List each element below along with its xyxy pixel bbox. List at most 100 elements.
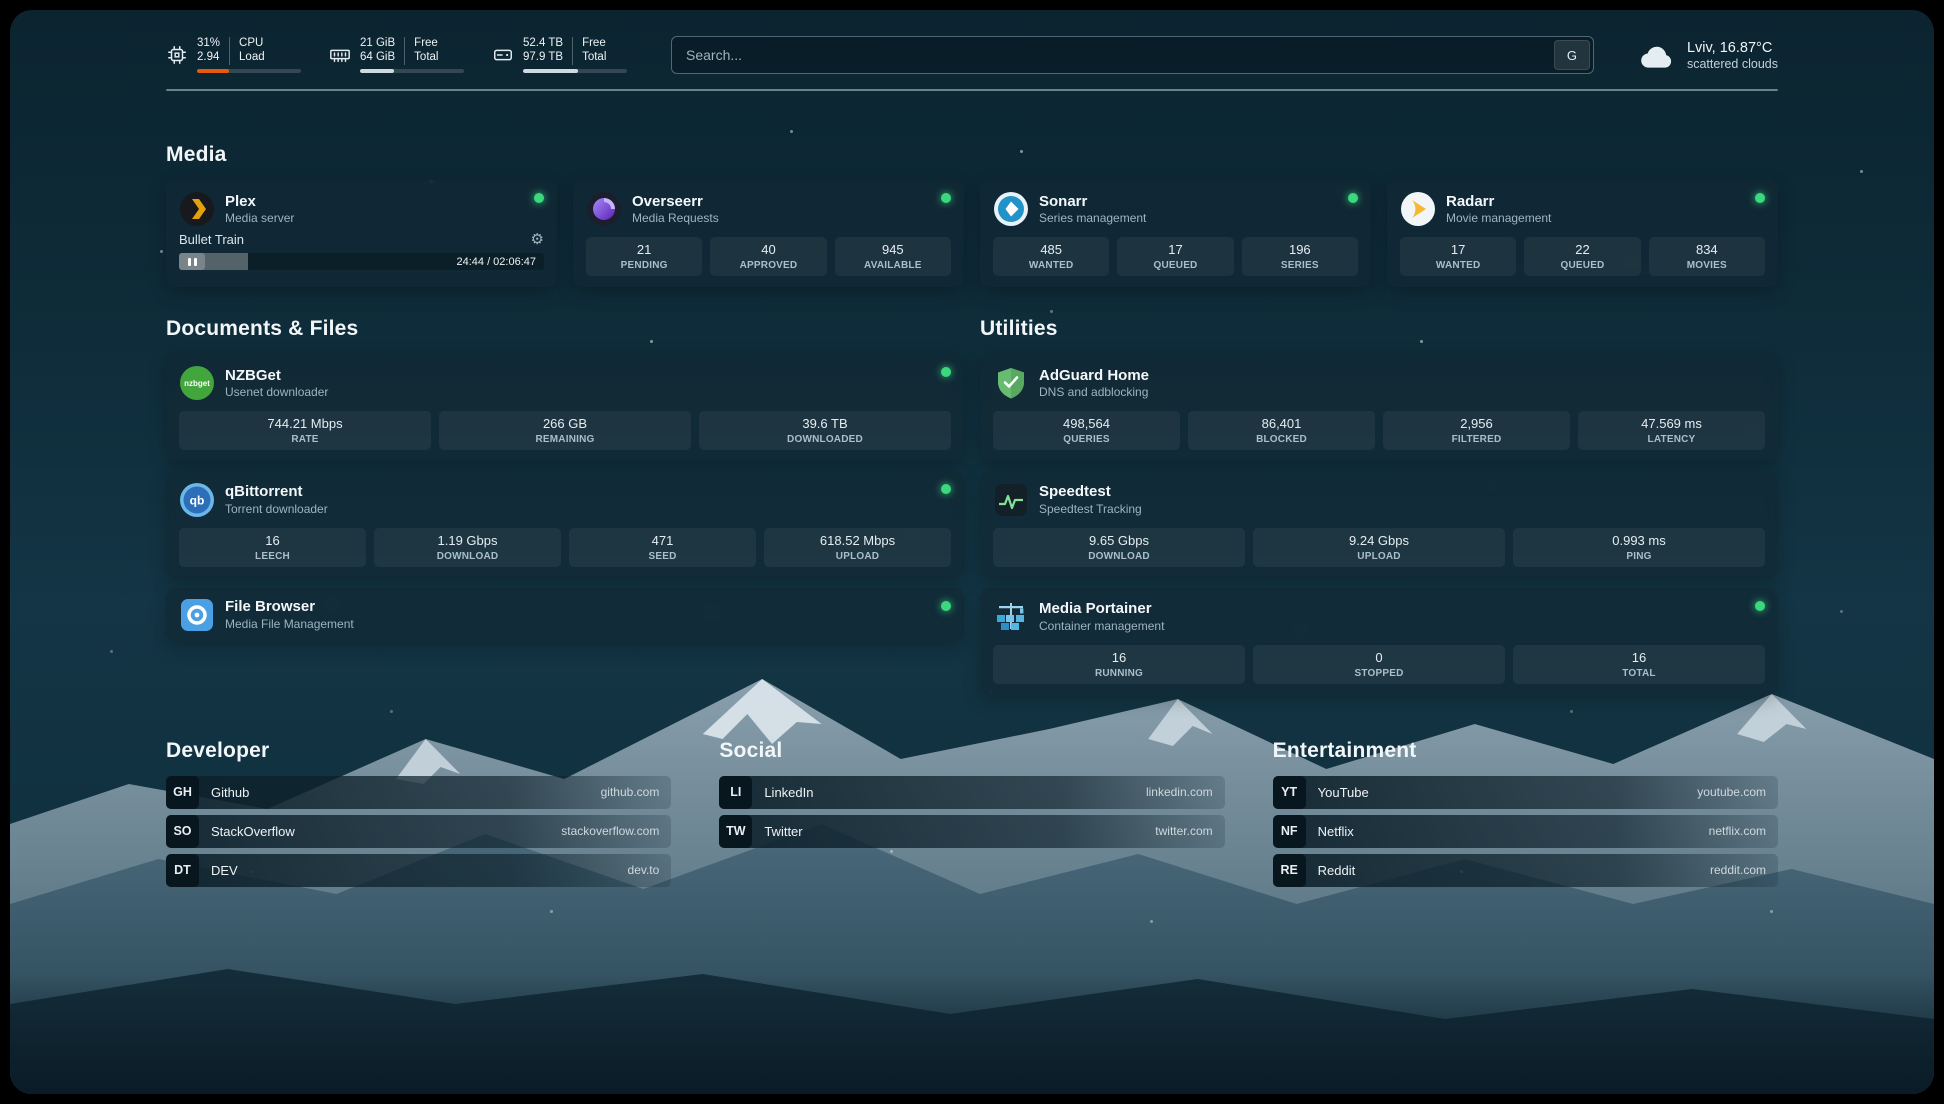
app-name: Sonarr <box>1039 193 1146 212</box>
disk-free-value: 52.4 TB <box>523 37 563 51</box>
cpu-label: CPU <box>239 37 265 51</box>
now-playing-title: Bullet Train <box>179 232 531 247</box>
app-name: File Browser <box>225 598 354 617</box>
cpu-load-label: Load <box>239 51 265 65</box>
app-name: Plex <box>225 193 294 212</box>
status-dot <box>1755 601 1765 611</box>
app-card-qbittorrent[interactable]: qb qBittorrent Torrent downloader 16 LEE… <box>166 471 964 578</box>
stat-box: 47.569 ms LATENCY <box>1578 411 1765 450</box>
section-title-entertainment: Entertainment <box>1273 739 1778 763</box>
stat-box: 9.65 Gbps DOWNLOAD <box>993 528 1245 567</box>
app-subtitle: Container management <box>1039 619 1164 633</box>
stat-box: 16 RUNNING <box>993 645 1245 684</box>
bookmark-netflix[interactable]: NF Netflix netflix.com <box>1273 815 1778 848</box>
weather-widget: Lviv, 16.87°C scattered clouds <box>1638 39 1778 71</box>
stat-box: 2,956 FILTERED <box>1383 411 1570 450</box>
stat-box: 17 QUEUED <box>1117 237 1233 276</box>
app-name: NZBGet <box>225 367 328 386</box>
bookmark-reddit[interactable]: RE Reddit reddit.com <box>1273 854 1778 887</box>
section-title-utilities: Utilities <box>980 317 1778 341</box>
status-dot <box>941 601 951 611</box>
radarr-icon <box>1400 191 1436 227</box>
app-name: Media Portainer <box>1039 600 1164 619</box>
reddit-icon: RE <box>1273 854 1306 887</box>
system-monitors: 31% 2.94 CPU Load <box>166 37 627 73</box>
app-subtitle: Torrent downloader <box>225 502 328 516</box>
pause-button[interactable] <box>179 253 205 270</box>
app-subtitle: Media server <box>225 211 294 225</box>
disk-free-label: Free <box>582 37 606 51</box>
bookmark-stackoverflow[interactable]: SO StackOverflow stackoverflow.com <box>166 815 671 848</box>
search-bar: G <box>671 36 1594 74</box>
app-name: AdGuard Home <box>1039 367 1149 386</box>
sonarr-icon <box>993 191 1029 227</box>
memory-total-value: 64 GiB <box>360 51 395 65</box>
stat-box: 1.19 Gbps DOWNLOAD <box>374 528 561 567</box>
section-entertainment: Entertainment YT YouTube youtube.com NF … <box>1273 739 1778 887</box>
nzbget-icon: nzbget <box>179 365 215 401</box>
cpu-percent: 31% <box>197 37 220 51</box>
app-subtitle: Media Requests <box>632 211 719 225</box>
svg-text:qb: qb <box>190 493 205 507</box>
stat-box: 9.24 Gbps UPLOAD <box>1253 528 1505 567</box>
app-card-overseerr[interactable]: Overseerr Media Requests 21 PENDING 40 A… <box>573 180 964 287</box>
bookmark-github[interactable]: GH Github github.com <box>166 776 671 809</box>
app-card-plex[interactable]: Plex Media server Bullet Train ⚙ 24:44 /… <box>166 180 557 287</box>
app-subtitle: Usenet downloader <box>225 385 328 399</box>
bookmark-youtube[interactable]: YT YouTube youtube.com <box>1273 776 1778 809</box>
netflix-icon: NF <box>1273 815 1306 848</box>
stat-box: 471 SEED <box>569 528 756 567</box>
app-card-portainer[interactable]: Media Portainer Container management 16 … <box>980 588 1778 695</box>
cpu-progress-bar <box>197 69 301 73</box>
status-dot <box>941 484 951 494</box>
linkedin-icon: LI <box>719 776 752 809</box>
weather-condition: scattered clouds <box>1687 57 1778 71</box>
memory-monitor: 21 GiB 64 GiB Free Total <box>329 37 464 73</box>
playback-time: 24:44 / 02:06:47 <box>456 256 536 268</box>
section-social: Social LI LinkedIn linkedin.com TW Twitt… <box>719 739 1224 887</box>
status-dot <box>534 193 544 203</box>
app-card-nzbget[interactable]: nzbget NZBGet Usenet downloader 744.21 M… <box>166 354 964 461</box>
search-engine-button[interactable]: G <box>1554 40 1590 70</box>
bookmark-twitter[interactable]: TW Twitter twitter.com <box>719 815 1224 848</box>
app-name: qBittorrent <box>225 483 328 502</box>
app-card-filebrowser[interactable]: File Browser Media File Management <box>166 588 964 642</box>
status-dot <box>941 367 951 377</box>
qbittorrent-icon: qb <box>179 482 215 518</box>
memory-free-label: Free <box>414 37 438 51</box>
search-input[interactable] <box>671 36 1594 74</box>
stat-box: 0 STOPPED <box>1253 645 1505 684</box>
app-subtitle: DNS and adblocking <box>1039 385 1149 399</box>
bookmark-linkedin[interactable]: LI LinkedIn linkedin.com <box>719 776 1224 809</box>
app-card-radarr[interactable]: Radarr Movie management 17 WANTED 22 QUE… <box>1387 180 1778 287</box>
gear-icon[interactable]: ⚙ <box>531 232 544 247</box>
plex-icon <box>179 191 215 227</box>
section-title-media: Media <box>166 143 1778 167</box>
youtube-icon: YT <box>1273 776 1306 809</box>
app-name: Radarr <box>1446 193 1551 212</box>
memory-icon <box>329 44 351 66</box>
bookmark-dev[interactable]: DT DEV dev.to <box>166 854 671 887</box>
app-subtitle: Movie management <box>1446 211 1551 225</box>
disk-progress-bar <box>523 69 627 73</box>
stat-box: 485 WANTED <box>993 237 1109 276</box>
status-dot <box>1755 193 1765 203</box>
portainer-icon <box>993 599 1029 635</box>
disk-total-label: Total <box>582 51 606 65</box>
app-name: Speedtest <box>1039 483 1142 502</box>
section-utilities: Utilities AdGuard Home DNS and adblockin… <box>980 317 1778 695</box>
stat-box: 21 PENDING <box>586 237 702 276</box>
section-documents: Documents & Files nzbget NZBGet Usenet d… <box>166 317 964 642</box>
app-card-adguard[interactable]: AdGuard Home DNS and adblocking 498,564 … <box>980 354 1778 461</box>
section-title-documents: Documents & Files <box>166 317 964 341</box>
svg-text:nzbget: nzbget <box>184 379 210 388</box>
speedtest-icon <box>993 482 1029 518</box>
twitter-icon: TW <box>719 815 752 848</box>
stat-box: 744.21 Mbps RATE <box>179 411 431 450</box>
weather-location: Lviv, 16.87°C <box>1687 39 1778 57</box>
app-card-speedtest[interactable]: Speedtest Speedtest Tracking 9.65 Gbps D… <box>980 471 1778 578</box>
app-card-sonarr[interactable]: Sonarr Series management 485 WANTED 17 Q… <box>980 180 1371 287</box>
memory-total-label: Total <box>414 51 438 65</box>
cpu-icon <box>166 44 188 66</box>
status-dot <box>1348 193 1358 203</box>
